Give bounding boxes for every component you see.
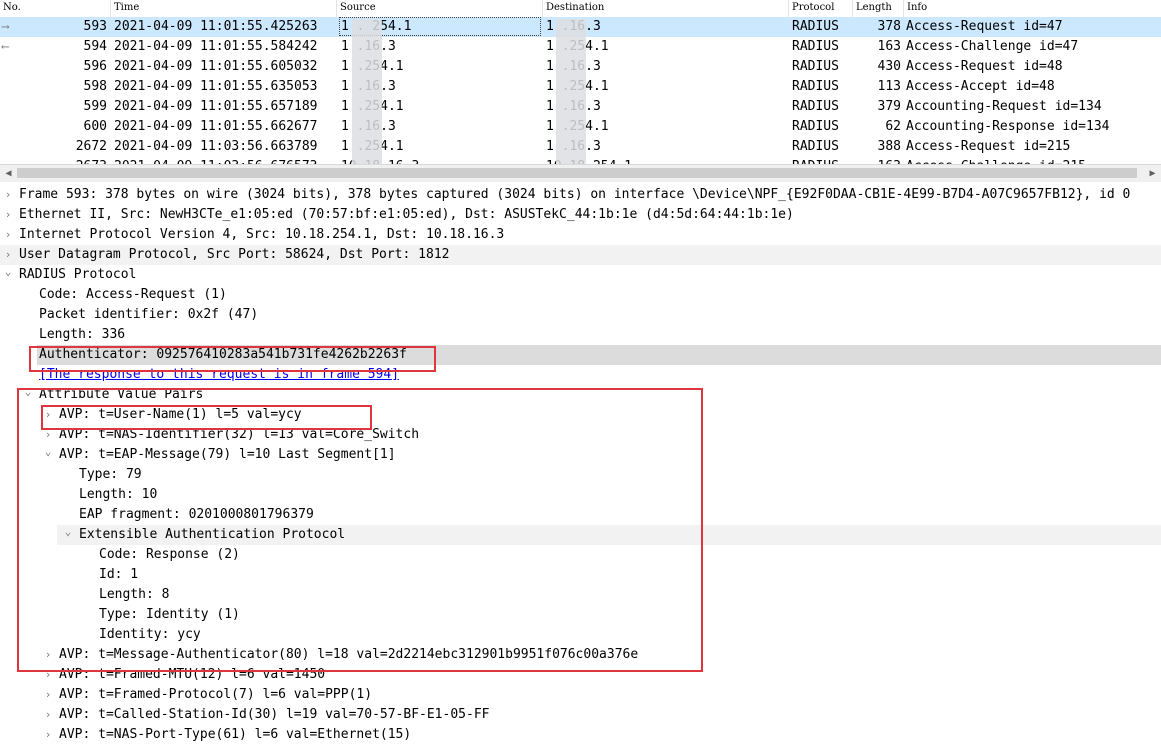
- packet-protocol: RADIUS: [792, 59, 839, 74]
- packet-time: 2021-04-09 11:01:55.605032: [114, 59, 318, 74]
- packet-list[interactable]: No. Time Source Destination Protocol Len…: [0, 0, 1161, 164]
- packet-no: 599: [83, 99, 107, 114]
- radius-length-label: Length: 336: [39, 327, 126, 342]
- packet-time: 2021-04-09 11:01:55.657189: [114, 99, 318, 114]
- radius-item[interactable]: ⌄ RADIUS Protocol: [0, 265, 1161, 285]
- radius-packet-identifier[interactable]: Packet identifier: 0x2f (47): [0, 305, 1161, 325]
- radius-length[interactable]: Length: 336: [0, 325, 1161, 345]
- packet-info: Access-Challenge id=215: [906, 157, 1161, 164]
- packet-no: 2672: [75, 139, 107, 154]
- radius-code-label: Code: Access-Request (1): [39, 287, 227, 302]
- ethernet-item[interactable]: › Ethernet II, Src: NewH3CTe_e1:05:ed (70…: [0, 205, 1161, 225]
- packet-no: 598: [83, 79, 107, 94]
- packet-no: 596: [83, 59, 107, 74]
- packet-protocol: RADIUS: [792, 139, 839, 154]
- avp-framed-protocol-label: AVP: t=Framed-Protocol(7) l=6 val=PPP(1): [59, 687, 373, 702]
- packet-protocol: RADIUS: [792, 157, 854, 164]
- packet-length: 163: [855, 157, 901, 164]
- radius-item-label: RADIUS Protocol: [19, 267, 137, 282]
- chevron-right-icon[interactable]: ›: [41, 685, 55, 705]
- packet-no: 2673: [0, 157, 107, 164]
- avp-called-station-id-label: AVP: t=Called-Station-Id(30) l=19 val=70…: [59, 707, 490, 722]
- packet-info: Accounting-Response id=134: [906, 119, 1110, 134]
- packet-time: 2021-04-09 11:01:55.425263: [114, 19, 318, 34]
- scroll-right-icon[interactable]: ▶: [1144, 165, 1161, 182]
- chevron-right-icon[interactable]: ›: [41, 725, 55, 745]
- column-time[interactable]: Time: [111, 0, 337, 17]
- authenticator-annotation-box: [29, 346, 436, 372]
- chevron-down-icon[interactable]: ⌄: [1, 265, 15, 285]
- address-redaction: [352, 19, 382, 164]
- column-length[interactable]: Length: [853, 0, 904, 17]
- packet-protocol: RADIUS: [792, 19, 839, 34]
- packet-no: 593: [83, 19, 107, 34]
- avp-framed-protocol[interactable]: › AVP: t=Framed-Protocol(7) l=6 val=PPP(1…: [0, 685, 1161, 705]
- packet-time: 2021-04-09 11:03:56.676573: [114, 157, 334, 164]
- radius-packet-identifier-label: Packet identifier: 0x2f (47): [39, 307, 259, 322]
- avp-nas-port-type[interactable]: › AVP: t=NAS-Port-Type(61) l=6 val=Ethern…: [0, 725, 1161, 745]
- packet-time: 2021-04-09 11:01:55.584242: [114, 39, 318, 54]
- scrollbar-thumb[interactable]: [17, 168, 1137, 178]
- chevron-right-icon[interactable]: ›: [1, 205, 15, 225]
- packet-info: Access-Request id=48: [906, 59, 1063, 74]
- chevron-right-icon[interactable]: ›: [1, 185, 15, 205]
- packet-info: Accounting-Request id=134: [906, 99, 1102, 114]
- packet-time: 2021-04-09 11:01:55.662677: [114, 119, 318, 134]
- packet-info: Access-Request id=215: [906, 139, 1071, 154]
- chevron-right-icon[interactable]: ›: [1, 225, 15, 245]
- avp-nas-port-type-label: AVP: t=NAS-Port-Type(61) l=6 val=Etherne…: [59, 727, 412, 742]
- avp-annotation-box: [17, 388, 703, 672]
- chevron-right-icon[interactable]: ›: [41, 705, 55, 725]
- ethernet-item-label: Ethernet II, Src: NewH3CTe_e1:05:ed (70:…: [19, 207, 794, 222]
- packet-length: 430: [877, 59, 901, 74]
- ipv4-item[interactable]: › Internet Protocol Version 4, Src: 10.18…: [0, 225, 1161, 245]
- packet-time: 2021-04-09 11:01:55.635053: [114, 79, 318, 94]
- horizontal-scrollbar[interactable]: ◀ ▶: [0, 164, 1161, 182]
- column-protocol[interactable]: Protocol: [789, 0, 853, 17]
- udp-item[interactable]: › User Datagram Protocol, Src Port: 58624…: [0, 245, 1161, 265]
- packet-length: 113: [877, 79, 901, 94]
- column-header: No. Time Source Destination Protocol Len…: [0, 0, 1161, 18]
- user-name-annotation-box: [41, 405, 372, 430]
- packet-time: 2021-04-09 11:03:56.663789: [114, 139, 318, 154]
- packet-protocol: RADIUS: [792, 99, 839, 114]
- radius-code[interactable]: Code: Access-Request (1): [0, 285, 1161, 305]
- packet-protocol: RADIUS: [792, 79, 839, 94]
- udp-item-label: User Datagram Protocol, Src Port: 58624,…: [19, 247, 450, 262]
- address-redaction: [556, 19, 586, 164]
- packet-protocol: RADIUS: [792, 119, 839, 134]
- frame-item-label: Frame 593: 378 bytes on wire (3024 bits)…: [19, 187, 1131, 202]
- packet-length: 62: [885, 119, 901, 134]
- packet-length: 379: [877, 99, 901, 114]
- avp-called-station-id[interactable]: › AVP: t=Called-Station-Id(30) l=19 val=7…: [0, 705, 1161, 725]
- ipv4-item-label: Internet Protocol Version 4, Src: 10.18.…: [19, 227, 505, 242]
- column-destination[interactable]: Destination: [543, 0, 789, 17]
- packet-length: 163: [877, 39, 901, 54]
- packet-length: 378: [877, 19, 901, 34]
- packet-length: 388: [877, 139, 901, 154]
- column-info[interactable]: Info: [904, 0, 1161, 17]
- packet-info: Access-Accept id=48: [906, 79, 1055, 94]
- packet-no: 600: [83, 119, 107, 134]
- column-no[interactable]: No.: [0, 0, 111, 17]
- column-source[interactable]: Source: [337, 0, 543, 17]
- packet-info: Access-Request id=47: [906, 19, 1063, 34]
- scroll-left-icon[interactable]: ◀: [0, 165, 17, 182]
- packet-info: Access-Challenge id=47: [906, 39, 1079, 54]
- packet-protocol: RADIUS: [792, 39, 839, 54]
- packet-no: 594: [83, 39, 107, 54]
- frame-item[interactable]: › Frame 593: 378 bytes on wire (3024 bits…: [0, 185, 1161, 205]
- chevron-right-icon[interactable]: ›: [1, 245, 15, 265]
